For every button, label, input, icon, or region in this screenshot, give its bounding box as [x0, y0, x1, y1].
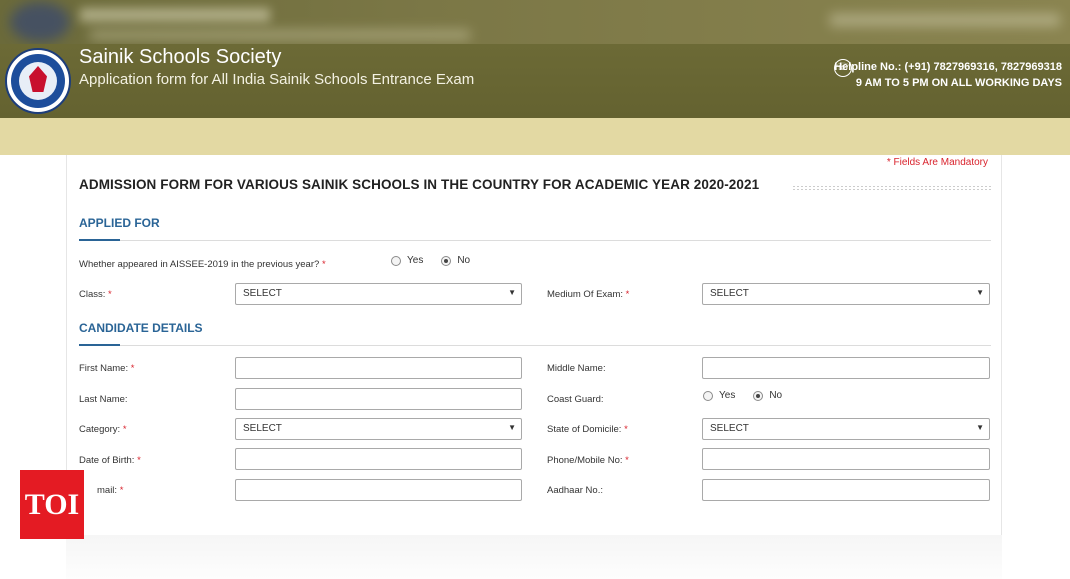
phone-input[interactable] [702, 448, 990, 470]
dob-label: Date of Birth: * [79, 455, 141, 466]
class-select[interactable]: SELECT ▼ [235, 283, 522, 305]
dropdown-arrow-icon: ▼ [508, 423, 516, 432]
title-dots [792, 185, 991, 191]
divider [79, 240, 991, 241]
category-select[interactable]: SELECT ▼ [235, 418, 522, 440]
section-accent [79, 344, 120, 346]
class-label: Class: * [79, 289, 112, 300]
section-applied-for: APPLIED FOR [79, 216, 160, 230]
admission-form: * Fields Are Mandatory ADMISSION FORM FO… [66, 155, 1002, 535]
aissee-yes-label: Yes [407, 255, 424, 266]
mandatory-note: * Fields Are Mandatory [886, 157, 988, 168]
aissee-no-radio[interactable] [441, 255, 452, 266]
site-title: Sainik Schools Society [79, 46, 282, 68]
medium-select[interactable]: SELECT ▼ [702, 283, 990, 305]
coast-guard-yes-label: Yes [719, 390, 736, 401]
middle-name-label: Middle Name: [547, 363, 606, 374]
dropdown-arrow-icon: ▼ [508, 288, 516, 297]
coast-guard-label: Coast Guard: [547, 394, 604, 405]
email-input[interactable] [235, 479, 522, 501]
aissee-yes-radio[interactable] [391, 255, 401, 266]
last-name-input[interactable] [235, 388, 522, 410]
sainik-society-logo [5, 48, 71, 114]
header-band [0, 118, 1070, 155]
first-name-label: First Name: * [79, 363, 135, 374]
dob-input[interactable] [235, 448, 522, 470]
category-label: Category: * [79, 424, 127, 435]
aadhaar-input[interactable] [702, 479, 990, 501]
section-candidate-details: CANDIDATE DETAILS [79, 321, 203, 335]
site-subtitle: Application form for All India Sainik Sc… [79, 71, 475, 88]
aissee-question-label: Whether appeared in AISSEE-2019 in the p… [79, 259, 326, 270]
first-name-input[interactable] [235, 357, 522, 379]
blurred-top-banner [0, 0, 1070, 44]
aissee-radio-group: Yes No [391, 255, 482, 266]
dropdown-arrow-icon: ▼ [976, 288, 984, 297]
medium-label: Medium Of Exam: * [547, 289, 630, 300]
bottom-fade [66, 535, 1002, 579]
aissee-no-label: No [457, 255, 471, 266]
form-title: ADMISSION FORM FOR VARIOUS SAINIK SCHOOL… [79, 177, 760, 192]
helpline-number: Helpline No.: (+91) 7827969316, 78279693… [834, 61, 1062, 73]
toi-watermark-logo: TOI [20, 470, 84, 539]
aadhaar-label: Aadhaar No.: [547, 485, 603, 496]
site-header: Sainik Schools Society Application form … [0, 44, 1070, 118]
middle-name-input[interactable] [702, 357, 990, 379]
coast-guard-yes-radio[interactable] [703, 390, 713, 401]
coast-guard-radio-group: Yes No [703, 390, 794, 401]
section-accent [79, 239, 120, 241]
phone-label: Phone/Mobile No: * [547, 455, 629, 466]
domicile-label: State of Domicile: * [547, 424, 628, 435]
helpline-hours: 9 AM TO 5 PM ON ALL WORKING DAYS [855, 77, 1062, 89]
coast-guard-no-label: No [769, 390, 783, 401]
divider [79, 345, 991, 346]
dropdown-arrow-icon: ▼ [976, 423, 984, 432]
coast-guard-no-radio[interactable] [753, 390, 764, 401]
domicile-select[interactable]: SELECT ▼ [702, 418, 990, 440]
email-label: mail: * [97, 485, 124, 496]
last-name-label: Last Name: [79, 394, 128, 405]
